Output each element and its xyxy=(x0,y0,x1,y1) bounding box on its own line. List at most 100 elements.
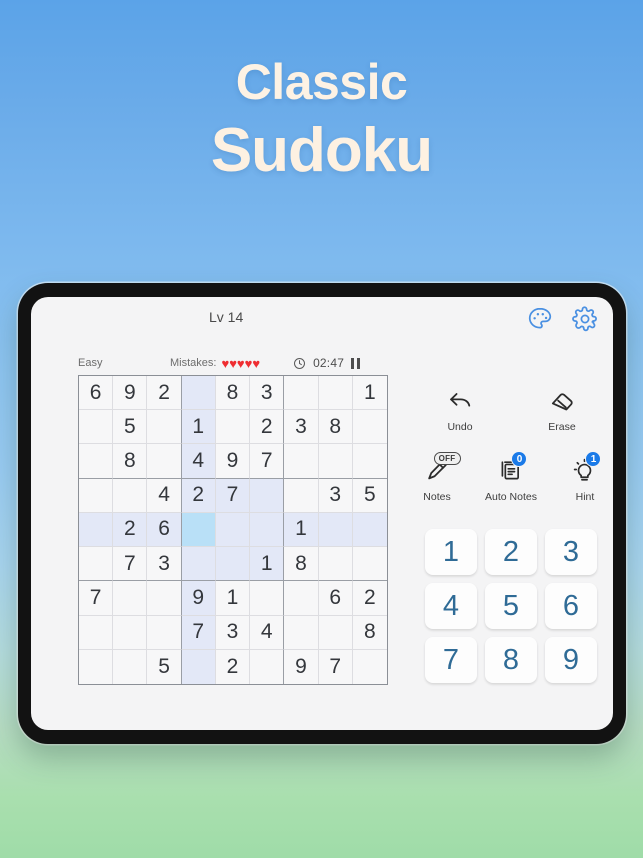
sudoku-grid[interactable]: 6928315123884974273526173187916273485297 xyxy=(78,375,388,685)
sudoku-cell[interactable] xyxy=(318,444,353,479)
sudoku-cell[interactable] xyxy=(250,649,285,684)
sudoku-cell[interactable]: 2 xyxy=(250,410,285,445)
sudoku-cell[interactable]: 3 xyxy=(215,615,251,650)
sudoku-cell[interactable]: 1 xyxy=(250,547,285,582)
sudoku-cell[interactable] xyxy=(113,649,148,684)
sudoku-cell[interactable]: 3 xyxy=(250,376,285,411)
sudoku-cell[interactable] xyxy=(318,615,353,650)
sudoku-cell[interactable] xyxy=(79,478,114,513)
notes-button[interactable]: OFF Notes xyxy=(413,452,461,503)
sudoku-cell[interactable]: 7 xyxy=(79,581,114,616)
sudoku-cell[interactable]: 3 xyxy=(318,478,353,513)
sudoku-cell[interactable]: 1 xyxy=(352,376,387,411)
erase-button[interactable]: Erase xyxy=(533,385,591,433)
sudoku-cell[interactable]: 8 xyxy=(113,444,148,479)
sudoku-cell[interactable] xyxy=(250,478,285,513)
sudoku-cell[interactable]: 7 xyxy=(113,547,148,582)
sudoku-cell[interactable]: 4 xyxy=(181,444,216,479)
sudoku-cell[interactable]: 5 xyxy=(352,478,387,513)
sudoku-cell[interactable]: 7 xyxy=(250,444,285,479)
sudoku-cell[interactable]: 4 xyxy=(147,478,182,513)
sudoku-cell[interactable] xyxy=(284,478,319,513)
hint-button[interactable]: 1 Hint xyxy=(561,451,609,503)
sudoku-cell[interactable] xyxy=(79,615,114,650)
sudoku-cell[interactable] xyxy=(147,410,182,445)
sudoku-cell[interactable]: 8 xyxy=(215,376,251,411)
gear-icon[interactable] xyxy=(571,305,599,333)
sudoku-cell[interactable] xyxy=(147,581,182,616)
numpad-key-2[interactable]: 2 xyxy=(485,529,537,575)
sudoku-cell[interactable] xyxy=(284,615,319,650)
sudoku-cell[interactable]: 5 xyxy=(147,649,182,684)
sudoku-cell[interactable] xyxy=(113,478,148,513)
numpad-key-3[interactable]: 3 xyxy=(545,529,597,575)
sudoku-cell[interactable] xyxy=(352,649,387,684)
sudoku-cell[interactable]: 6 xyxy=(147,512,182,548)
sudoku-cell[interactable] xyxy=(352,444,387,479)
sudoku-cell[interactable] xyxy=(250,581,285,616)
sudoku-cell[interactable] xyxy=(181,547,216,582)
sudoku-cell[interactable] xyxy=(352,410,387,445)
sudoku-cell[interactable] xyxy=(147,444,182,479)
sudoku-cell[interactable]: 7 xyxy=(318,649,353,684)
sudoku-cell[interactable]: 3 xyxy=(147,547,182,582)
numpad-key-1[interactable]: 1 xyxy=(425,529,477,575)
sudoku-cell[interactable]: 5 xyxy=(113,410,148,445)
sudoku-cell[interactable] xyxy=(215,410,251,445)
sudoku-cell[interactable] xyxy=(318,512,353,548)
sudoku-cell[interactable]: 2 xyxy=(147,376,182,411)
sudoku-cell[interactable]: 2 xyxy=(215,649,251,684)
sudoku-cell[interactable] xyxy=(79,649,114,684)
sudoku-cell[interactable] xyxy=(318,376,353,411)
numpad-key-8[interactable]: 8 xyxy=(485,637,537,683)
sudoku-cell[interactable]: 4 xyxy=(250,615,285,650)
sudoku-cell[interactable]: 9 xyxy=(215,444,251,479)
number-pad[interactable]: 123 456 789 xyxy=(413,529,609,683)
numpad-key-7[interactable]: 7 xyxy=(425,637,477,683)
sudoku-cell[interactable]: 1 xyxy=(181,410,216,445)
sudoku-cell[interactable]: 3 xyxy=(284,410,319,445)
sudoku-cell[interactable] xyxy=(181,649,216,684)
sudoku-cell[interactable] xyxy=(79,512,114,548)
numpad-key-5[interactable]: 5 xyxy=(485,583,537,629)
sudoku-cell[interactable] xyxy=(284,581,319,616)
sudoku-cell[interactable]: 2 xyxy=(113,512,148,548)
sudoku-cell[interactable] xyxy=(250,512,285,548)
sudoku-cell[interactable]: 1 xyxy=(215,581,251,616)
sudoku-cell[interactable] xyxy=(181,512,216,548)
sudoku-cell[interactable]: 7 xyxy=(215,478,251,513)
sudoku-cell[interactable] xyxy=(113,615,148,650)
sudoku-cell[interactable] xyxy=(181,376,216,411)
sudoku-cell[interactable] xyxy=(352,512,387,548)
numpad-key-6[interactable]: 6 xyxy=(545,583,597,629)
sudoku-cell[interactable]: 2 xyxy=(352,581,387,616)
sudoku-cell[interactable] xyxy=(284,376,319,411)
sudoku-cell[interactable]: 8 xyxy=(318,410,353,445)
sudoku-cell[interactable]: 9 xyxy=(181,581,216,616)
numpad-key-9[interactable]: 9 xyxy=(545,637,597,683)
sudoku-cell[interactable] xyxy=(352,547,387,582)
sudoku-cell[interactable]: 6 xyxy=(318,581,353,616)
sudoku-cell[interactable] xyxy=(113,581,148,616)
numpad-key-4[interactable]: 4 xyxy=(425,583,477,629)
sudoku-cell[interactable] xyxy=(215,512,251,548)
sudoku-cell[interactable]: 1 xyxy=(284,512,319,548)
sudoku-cell[interactable]: 2 xyxy=(181,478,216,513)
sudoku-cell[interactable]: 6 xyxy=(79,376,114,411)
undo-button[interactable]: Undo xyxy=(431,385,489,433)
sudoku-cell[interactable]: 9 xyxy=(284,649,319,684)
sudoku-cell[interactable]: 9 xyxy=(113,376,148,411)
sudoku-cell[interactable] xyxy=(284,444,319,479)
palette-icon[interactable] xyxy=(526,305,554,333)
auto-notes-button[interactable]: 0 Auto Notes xyxy=(485,451,537,503)
sudoku-cell[interactable]: 8 xyxy=(284,547,319,582)
sudoku-cell[interactable] xyxy=(79,444,114,479)
sudoku-cell[interactable] xyxy=(79,547,114,582)
sudoku-cell[interactable]: 7 xyxy=(181,615,216,650)
pause-icon[interactable] xyxy=(351,357,360,369)
sudoku-cell[interactable] xyxy=(79,410,114,445)
sudoku-cell[interactable] xyxy=(147,615,182,650)
sudoku-cell[interactable] xyxy=(215,547,251,582)
sudoku-cell[interactable] xyxy=(318,547,353,582)
sudoku-cell[interactable]: 8 xyxy=(352,615,387,650)
